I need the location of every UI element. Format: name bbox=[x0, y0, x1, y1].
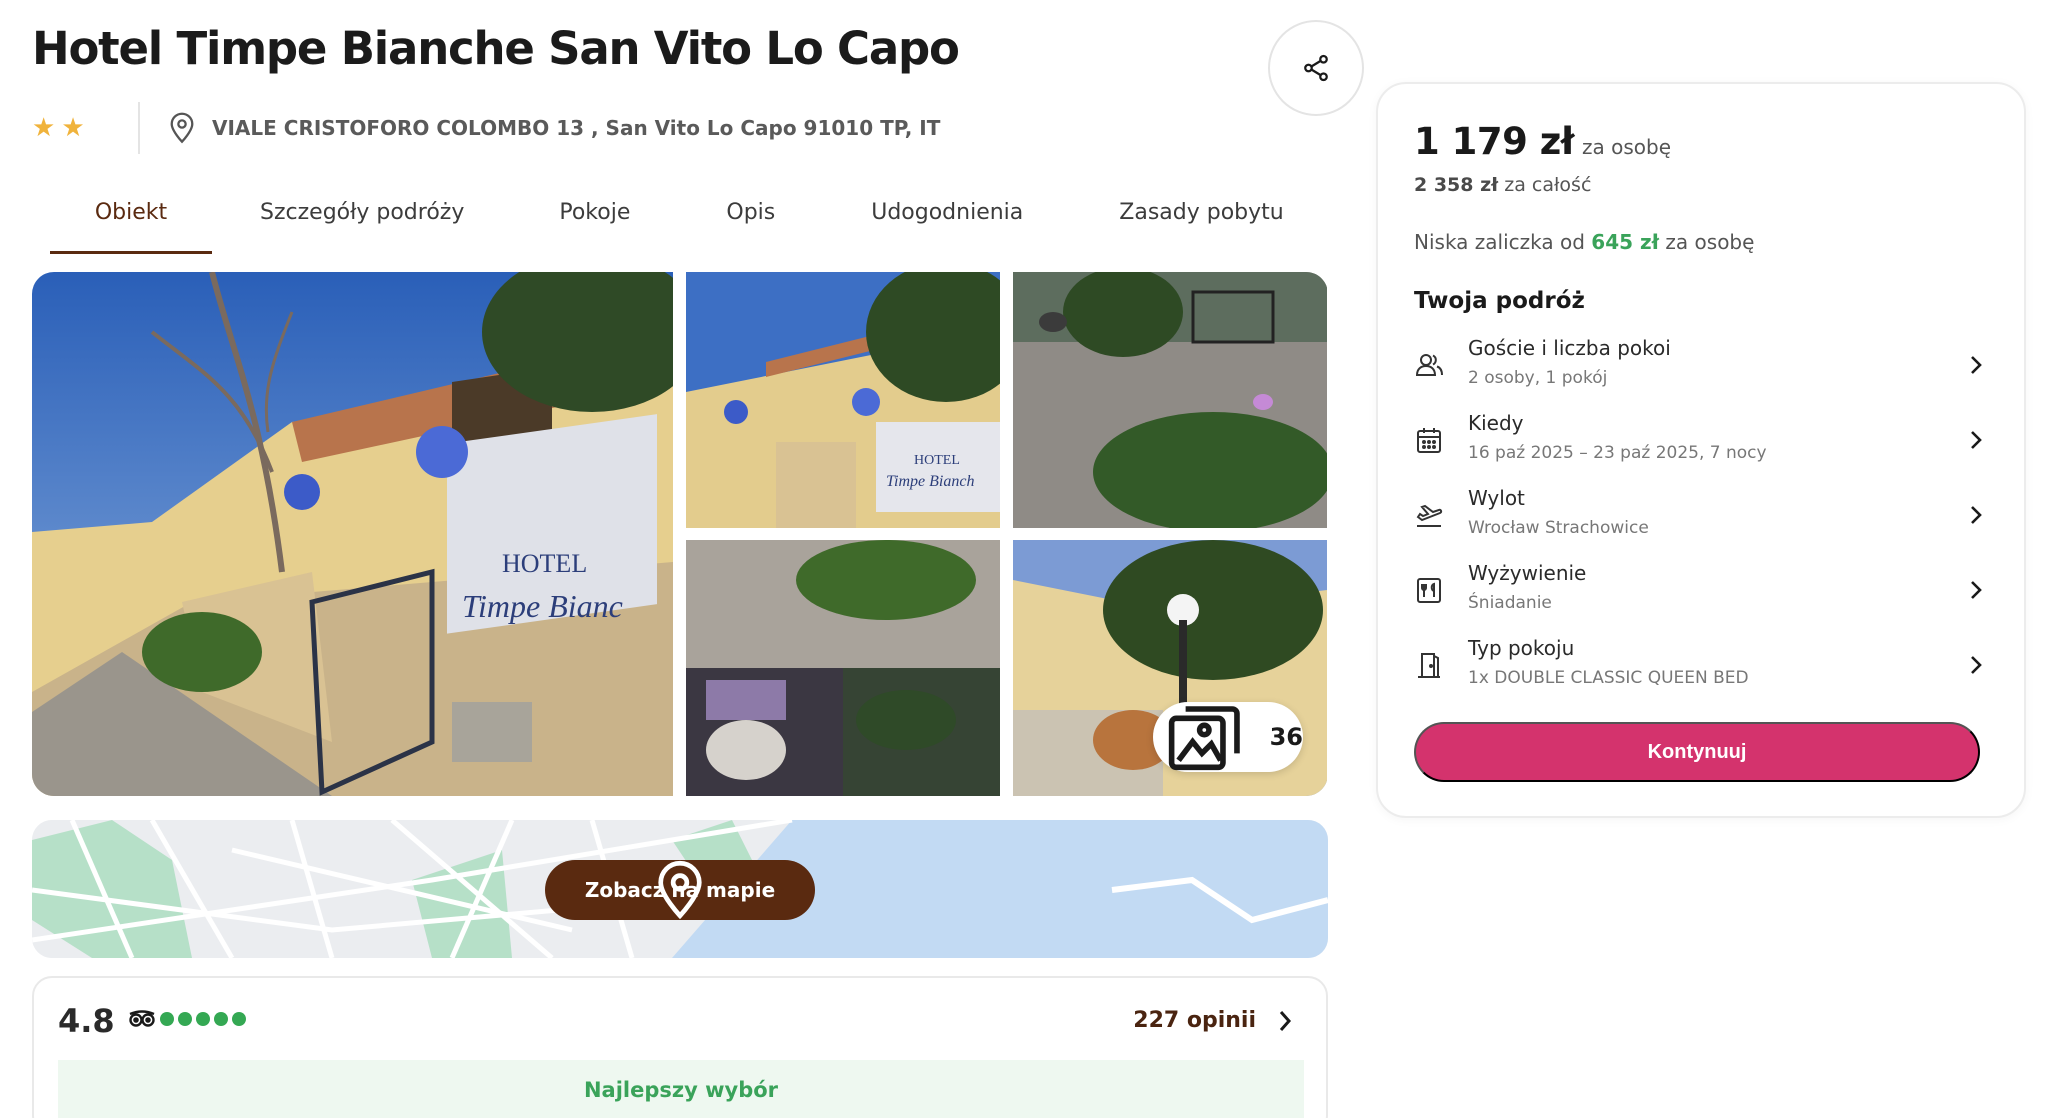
rating-bubble bbox=[214, 1012, 228, 1026]
location-pin-icon bbox=[658, 860, 702, 920]
rating-bubble bbox=[178, 1012, 192, 1026]
svg-text:Timpe Bianc: Timpe Bianc bbox=[462, 588, 623, 624]
gallery-icon bbox=[1168, 706, 1240, 771]
svg-text:HOTEL: HOTEL bbox=[502, 549, 587, 578]
tab-udogodnienia[interactable]: Udogodnienia bbox=[871, 188, 1023, 254]
plane-departure-icon bbox=[1416, 504, 1443, 527]
continue-button[interactable]: Kontynuuj bbox=[1414, 722, 1980, 782]
trip-details-list: Goście i liczba pokoi 2 osoby, 1 pokój K… bbox=[1414, 334, 1994, 709]
deposit-info: Niska zaliczka od 645 zł za osobę bbox=[1414, 230, 1754, 254]
trip-item-value: 2 osoby, 1 pokój bbox=[1468, 368, 1608, 388]
tab-pokoje[interactable]: Pokoje bbox=[559, 188, 630, 254]
chevron-right-icon bbox=[1971, 506, 1982, 524]
gallery-photo-5[interactable]: 36 bbox=[1013, 540, 1327, 796]
share-icon bbox=[1304, 54, 1328, 82]
photo-count-button[interactable]: 36 bbox=[1153, 702, 1303, 772]
price-per-person: 1 179 zł za osobę bbox=[1414, 120, 1671, 163]
door-icon bbox=[1418, 653, 1440, 678]
price-total: 2 358 zł za całość bbox=[1414, 174, 1591, 196]
location-pin-icon bbox=[170, 112, 194, 144]
gallery-photo-3[interactable] bbox=[1013, 272, 1327, 528]
chevron-right-icon bbox=[1971, 356, 1982, 374]
calendar-icon bbox=[1417, 428, 1441, 453]
trip-item-value: Wrocław Strachowice bbox=[1468, 518, 1649, 538]
trip-item-label: Kiedy bbox=[1468, 411, 1524, 435]
trip-item-departure[interactable]: Wylot Wrocław Strachowice bbox=[1414, 484, 1994, 559]
trip-item-label: Wyżywienie bbox=[1468, 561, 1587, 585]
trip-item-guests[interactable]: Goście i liczba pokoi 2 osoby, 1 pokój bbox=[1414, 334, 1994, 409]
tab-szczegoly-podrozy[interactable]: Szczegóły podróży bbox=[260, 188, 464, 254]
hotel-address: VIALE CRISTOFORO COLOMBO 13 , San Vito L… bbox=[168, 112, 940, 144]
photo-count: 36 bbox=[1269, 723, 1303, 751]
photo-gallery: HOTEL Timpe Bianc HOTEL Timpe Bianch 36 bbox=[32, 272, 1328, 796]
star-icon: ★ bbox=[61, 113, 85, 143]
best-choice-badge: Najlepszy wybór bbox=[58, 1060, 1304, 1118]
rating-bubble bbox=[196, 1012, 210, 1026]
trip-item-dates[interactable]: Kiedy 16 paź 2025 – 23 paź 2025, 7 nocy bbox=[1414, 409, 1994, 484]
reviews-card: 4.8 227 opinii Najlepszy wybór bbox=[32, 976, 1328, 1118]
hotel-meta: ★ ★ VIALE CRISTOFORO COLOMBO 13 , San Vi… bbox=[32, 102, 940, 154]
deposit-amount: 645 zł bbox=[1591, 230, 1660, 254]
svg-text:HOTEL: HOTEL bbox=[914, 453, 960, 468]
chevron-right-icon bbox=[1971, 581, 1982, 599]
tab-opis[interactable]: Opis bbox=[726, 188, 775, 254]
deposit-suffix: za osobę bbox=[1665, 230, 1755, 254]
tab-zasady-pobytu[interactable]: Zasady pobytu bbox=[1119, 188, 1283, 254]
divider bbox=[138, 102, 140, 154]
gallery-photo-2[interactable]: HOTEL Timpe Bianch bbox=[686, 272, 1000, 528]
trip-item-board[interactable]: Wyżywienie Śniadanie bbox=[1414, 559, 1994, 634]
trip-item-room-type[interactable]: Typ pokoju 1x DOUBLE CLASSIC QUEEN BED bbox=[1414, 634, 1994, 709]
rating-bubble bbox=[160, 1012, 174, 1026]
trip-item-value: 16 paź 2025 – 23 paź 2025, 7 nocy bbox=[1468, 443, 1767, 463]
star-rating: ★ ★ bbox=[32, 113, 108, 143]
share-button[interactable] bbox=[1268, 20, 1364, 116]
trip-title: Twoja podróż bbox=[1414, 288, 1585, 314]
trip-item-label: Wylot bbox=[1468, 486, 1525, 510]
tab-obiekt[interactable]: Obiekt bbox=[50, 188, 212, 254]
total-suffix: za całość bbox=[1504, 174, 1592, 196]
trip-item-label: Typ pokoju bbox=[1468, 636, 1575, 660]
chevron-right-icon bbox=[1971, 431, 1982, 449]
price-amount: 1 179 zł bbox=[1414, 120, 1575, 163]
trip-item-label: Goście i liczba pokoi bbox=[1468, 336, 1671, 360]
show-on-map-button[interactable]: Zobacz na mapie bbox=[545, 860, 815, 920]
hotel-title: Hotel Timpe Bianche San Vito Lo Capo bbox=[32, 22, 960, 75]
svg-text:Timpe Bianch: Timpe Bianch bbox=[886, 473, 974, 490]
rating-bubble bbox=[232, 1012, 246, 1026]
reviews-link[interactable]: 227 opinii bbox=[1133, 1008, 1256, 1033]
review-rating: 4.8 bbox=[58, 1002, 115, 1040]
star-icon: ★ bbox=[32, 113, 56, 143]
chevron-right-icon bbox=[1971, 656, 1982, 674]
deposit-prefix: Niska zaliczka od bbox=[1414, 230, 1585, 254]
chevron-right-icon[interactable] bbox=[1274, 1006, 1296, 1036]
gallery-photo-main[interactable]: HOTEL Timpe Bianc bbox=[32, 272, 673, 796]
trip-item-value: 1x DOUBLE CLASSIC QUEEN BED bbox=[1468, 668, 1749, 688]
address-text: VIALE CRISTOFORO COLOMBO 13 , San Vito L… bbox=[212, 116, 941, 140]
map-preview[interactable]: Zobacz na mapie bbox=[32, 820, 1328, 958]
people-icon bbox=[1415, 354, 1443, 376]
trip-item-value: Śniadanie bbox=[1468, 593, 1552, 613]
booking-card: 1 179 zł za osobę 2 358 zł za całość Nis… bbox=[1376, 82, 2026, 818]
tripadvisor-icon bbox=[129, 1010, 155, 1027]
tripadvisor-rating bbox=[128, 1010, 246, 1028]
price-unit: za osobę bbox=[1582, 135, 1672, 159]
section-tabs: Obiekt Szczegóły podróży Pokoje Opis Udo… bbox=[50, 188, 1284, 254]
restaurant-menu-icon bbox=[1417, 578, 1441, 603]
total-amount: 2 358 zł bbox=[1414, 174, 1499, 196]
gallery-photo-4[interactable] bbox=[686, 540, 1000, 796]
